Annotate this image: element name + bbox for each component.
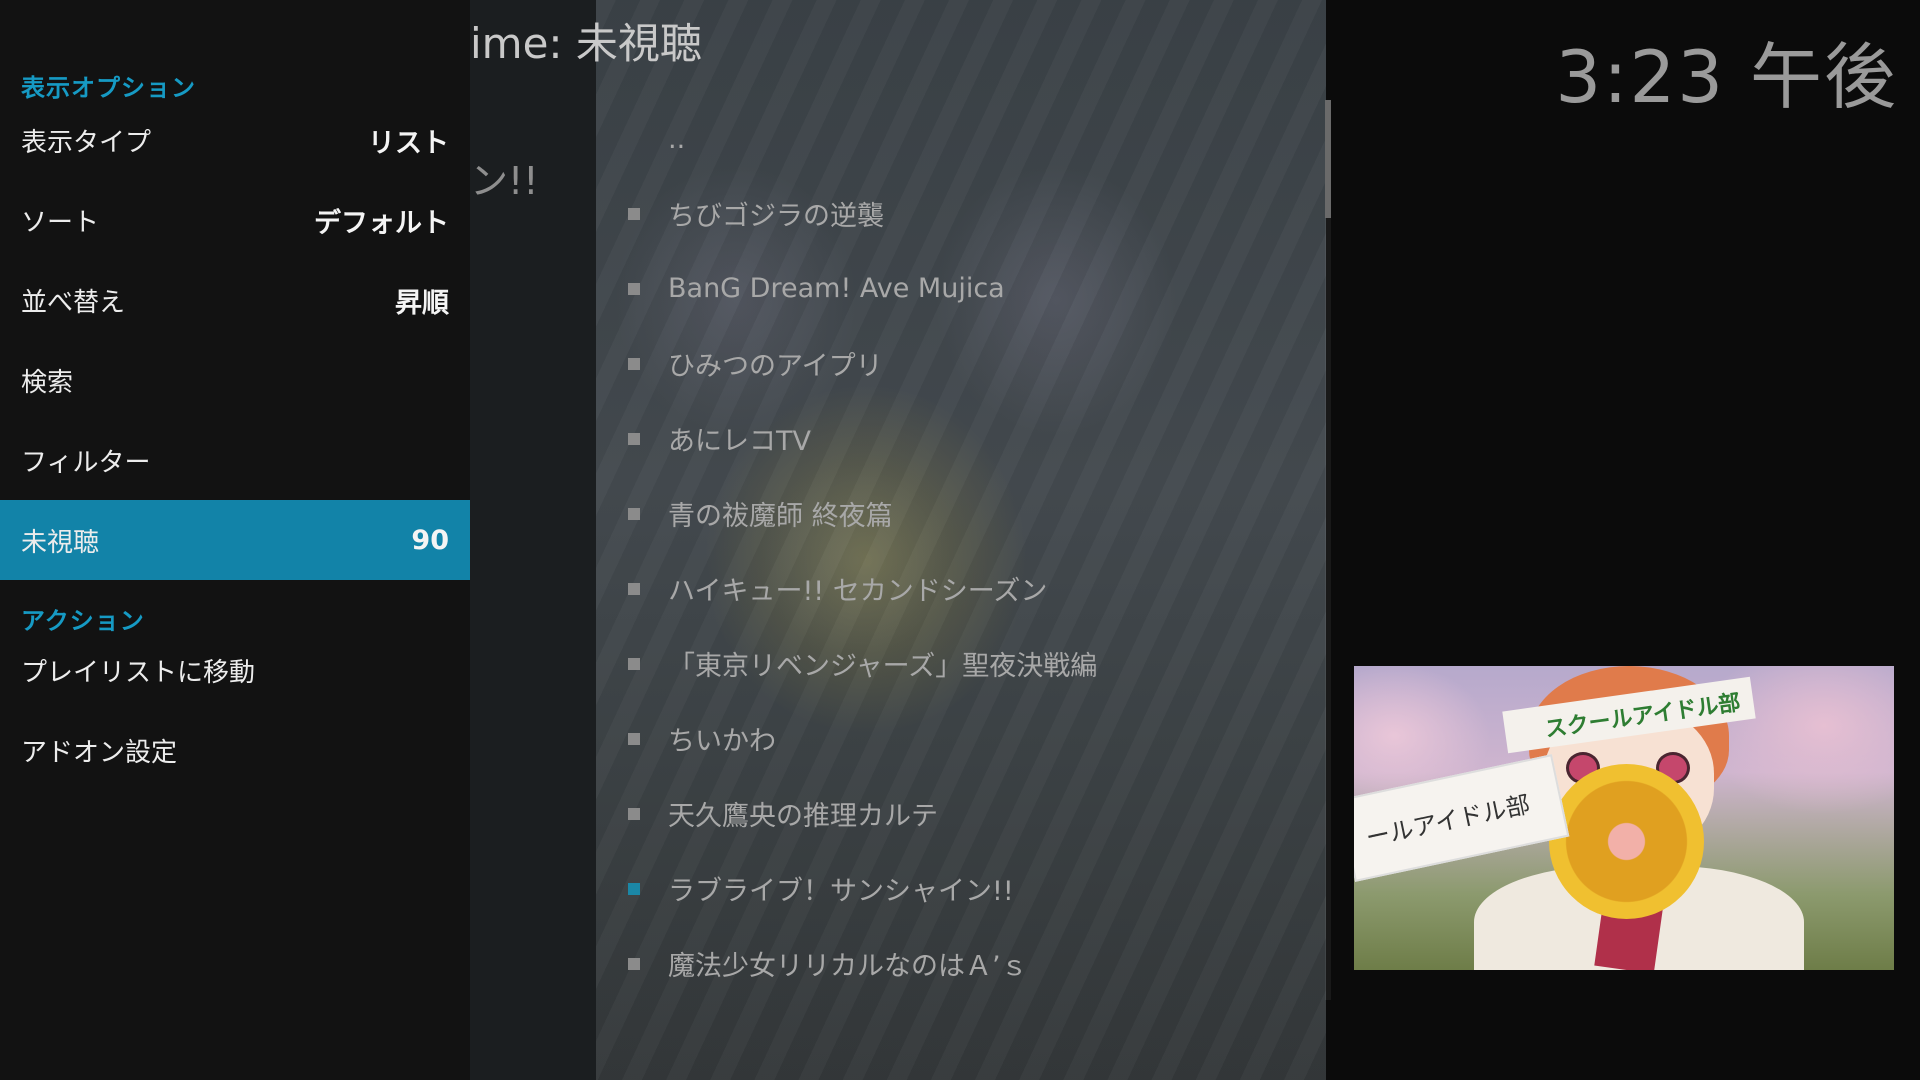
option-label: 未視聴: [21, 527, 100, 558]
square-bullet-icon: [628, 732, 640, 745]
sign-card-text: ールアイドル部: [1363, 790, 1533, 853]
option-filter[interactable]: フィルター: [0, 420, 470, 500]
list-item-focused[interactable]: ラブライブ！サンシャイン!!: [596, 851, 1296, 926]
action-addon-settings[interactable]: アドオン設定: [0, 710, 470, 790]
action-go-to-playlist[interactable]: プレイリストに移動: [0, 630, 470, 710]
option-view-type[interactable]: 表示タイプ リスト: [0, 100, 470, 180]
square-bullet-icon: [628, 507, 640, 520]
list-item-label: 青の祓魔師 終夜篇: [668, 501, 893, 532]
square-bullet-icon: [628, 657, 640, 670]
list-item-label: 「東京リベンジャーズ」聖夜決戦編: [668, 651, 1098, 682]
option-label: 表示タイプ: [21, 127, 152, 158]
clock: 3:23 午後: [1555, 35, 1898, 119]
list-item[interactable]: 青の祓魔師 終夜篇: [596, 476, 1296, 551]
option-search[interactable]: 検索: [0, 340, 470, 420]
list-item[interactable]: 天久鷹央の推理カルテ: [596, 776, 1296, 851]
list-item[interactable]: ひみつのアイプリ: [596, 326, 1296, 401]
option-label: ソート: [21, 207, 100, 238]
list-item-label: ちびゴジラの逆襲: [668, 201, 884, 232]
square-bullet-icon: [628, 207, 640, 220]
media-list: .. ちびゴジラの逆襲 BanG Dream! Ave Mujica ひみつのア…: [596, 0, 1326, 1080]
list-item-label: 魔法少女リリカルなのはＡ’ｓ: [668, 951, 1028, 982]
thumbnail-preview: スクールアイドル部 ールアイドル部: [1354, 666, 1894, 970]
square-bullet-icon: [628, 882, 640, 895]
parent-folder-label: ..: [668, 124, 686, 155]
list-item[interactable]: ちびゴジラの逆襲: [596, 176, 1296, 251]
thumbnail-megaphone-disc: [1549, 764, 1704, 919]
square-bullet-icon: [628, 807, 640, 820]
unwatched-count: 90: [411, 524, 449, 556]
list-item-label: ハイキュー!! セカンドシーズン: [668, 576, 1048, 607]
list-item-parent[interactable]: ..: [596, 102, 1296, 177]
list-item[interactable]: 「東京リベンジャーズ」聖夜決戦編: [596, 626, 1296, 701]
option-label: 並べ替え: [21, 287, 126, 318]
option-value: リスト: [368, 127, 449, 159]
square-bullet-icon: [628, 432, 640, 445]
list-item-label: ラブライブ！サンシャイン!!: [668, 876, 1014, 907]
list-item-label: ちいかわ: [668, 726, 776, 757]
option-value: デフォルト: [314, 207, 449, 239]
square-bullet-icon: [628, 282, 640, 295]
action-label: アドオン設定: [21, 737, 178, 768]
view-options-panel: 表示オプション 表示タイプ リスト ソート デフォルト 並べ替え 昇順 検索 フ…: [0, 0, 470, 1080]
list-item[interactable]: BanG Dream! Ave Mujica: [596, 251, 1296, 326]
list-item[interactable]: あにレコTV: [596, 401, 1296, 476]
action-label: プレイリストに移動: [21, 657, 256, 688]
option-unwatched[interactable]: 未視聴 90: [0, 500, 470, 580]
square-bullet-icon: [628, 957, 640, 970]
list-item-label: ひみつのアイプリ: [668, 351, 883, 382]
option-sort[interactable]: ソート デフォルト: [0, 180, 470, 260]
list-scrollbar[interactable]: [1325, 100, 1331, 1000]
list-item[interactable]: ハイキュー!! セカンドシーズン: [596, 551, 1296, 626]
background-title-fragment: ン!!: [470, 159, 539, 203]
scrollbar-thumb[interactable]: [1325, 100, 1331, 218]
section-heading-display-options: 表示オプション: [21, 74, 196, 102]
list-item[interactable]: 魔法少女リリカルなのはＡ’ｓ: [596, 926, 1296, 1001]
list-item[interactable]: ちいかわ: [596, 701, 1296, 776]
thumbnail-sign-card: ールアイドル部: [1354, 754, 1570, 882]
square-bullet-icon: [628, 357, 640, 370]
list-item-label: あにレコTV: [668, 426, 811, 457]
option-sort-order[interactable]: 並べ替え 昇順: [0, 260, 470, 340]
option-label: フィルター: [21, 447, 151, 478]
option-value: 昇順: [395, 287, 449, 319]
square-bullet-icon: [628, 582, 640, 595]
list-item-label: BanG Dream! Ave Mujica: [668, 273, 1005, 304]
option-label: 検索: [21, 367, 74, 398]
list-item-label: 天久鷹央の推理カルテ: [668, 801, 938, 832]
